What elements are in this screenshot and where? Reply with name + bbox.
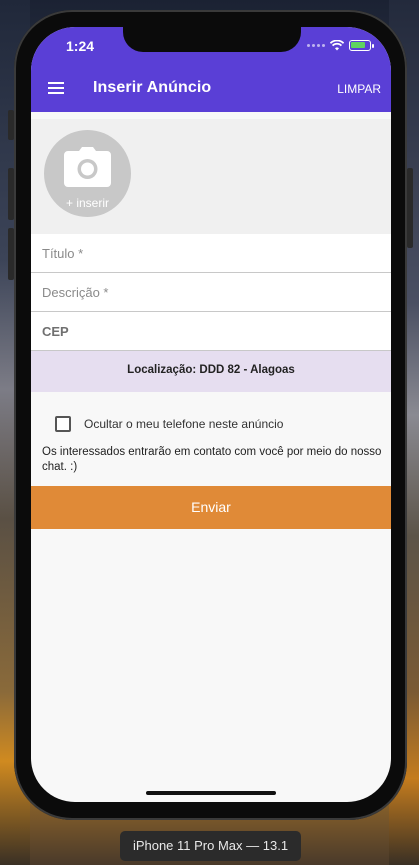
description-placeholder: Descrição * bbox=[42, 285, 109, 300]
cep-field[interactable]: CEP bbox=[31, 312, 391, 351]
status-icons bbox=[307, 40, 374, 51]
title-placeholder: Título * bbox=[42, 246, 84, 261]
hamburger-menu-icon[interactable] bbox=[48, 82, 64, 94]
wifi-icon bbox=[330, 40, 344, 51]
notch bbox=[123, 27, 301, 52]
description-field[interactable]: Descrição * bbox=[31, 273, 391, 312]
app-screen: 1:24 Inserir Anúncio LIMPAR + inserir Tí… bbox=[31, 27, 391, 802]
power-button bbox=[407, 168, 413, 248]
device-label: iPhone 11 Pro Max — 13.1 bbox=[120, 831, 301, 861]
photo-section: + inserir bbox=[31, 119, 391, 234]
hide-phone-option: Ocultar o meu telefone neste anúncio bbox=[55, 416, 283, 432]
mute-switch bbox=[8, 110, 14, 140]
contact-info-text: Os interessados entrarão em contato com … bbox=[42, 446, 382, 473]
battery-icon bbox=[349, 40, 374, 51]
hide-phone-checkbox[interactable] bbox=[55, 416, 71, 432]
signal-icon bbox=[307, 44, 325, 47]
clear-button[interactable]: LIMPAR bbox=[337, 82, 381, 96]
hide-phone-label: Ocultar o meu telefone neste anúncio bbox=[84, 417, 284, 431]
location-text: Localização: DDD 82 - Alagoas bbox=[127, 364, 295, 376]
home-indicator bbox=[146, 791, 276, 795]
volume-down-button bbox=[8, 228, 14, 280]
volume-up-button bbox=[8, 168, 14, 220]
camera-icon bbox=[64, 147, 111, 187]
add-photo-button[interactable]: + inserir bbox=[44, 130, 131, 217]
location-bar: Localização: DDD 82 - Alagoas bbox=[31, 351, 391, 392]
send-button-label: Enviar bbox=[191, 499, 231, 515]
cep-label: CEP bbox=[42, 324, 69, 339]
title-field[interactable]: Título * bbox=[31, 234, 391, 273]
status-time: 1:24 bbox=[66, 38, 95, 54]
insert-photo-label: + inserir bbox=[65, 196, 109, 210]
page-title: Inserir Anúncio bbox=[93, 79, 212, 96]
send-button[interactable]: Enviar bbox=[31, 486, 391, 529]
